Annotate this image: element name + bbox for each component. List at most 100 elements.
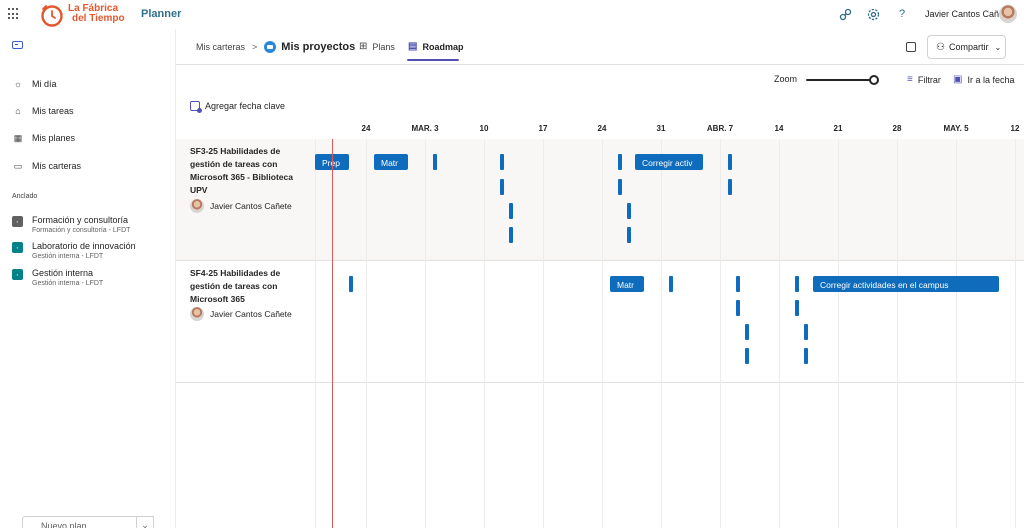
date-label: MAR. 3	[411, 124, 439, 133]
week-grid-line	[956, 139, 957, 528]
pinned-section-label: Anclado	[12, 193, 38, 200]
task-marker[interactable]	[509, 203, 513, 219]
sidebar-item-label: Mis carteras	[32, 161, 82, 171]
sidebar-item-mi-dia[interactable]: ☼ Mi día	[12, 78, 57, 90]
timeline-grid: Prep Matr Corregir activ Matr Corregir a…	[315, 139, 1024, 528]
new-plan-options-icon[interactable]: ⌄	[136, 516, 154, 528]
week-grid-line	[366, 139, 367, 528]
breadcrumb: Mis carteras > Mis proyectos	[196, 41, 355, 53]
settings-icon[interactable]	[866, 7, 880, 21]
week-grid-line	[543, 139, 544, 528]
task-bar-label: Corregir actividades en el campus	[820, 280, 949, 290]
zoom-slider-track[interactable]	[806, 79, 874, 81]
task-marker[interactable]	[618, 179, 622, 195]
date-label: 31	[656, 124, 666, 133]
task-marker[interactable]	[795, 276, 799, 292]
board-icon: ⊞	[359, 41, 368, 52]
lane-owner: Javier Cantos Cañete	[190, 199, 292, 213]
filter-label: Filtrar	[917, 74, 941, 85]
task-marker[interactable]	[627, 203, 631, 219]
sidebar-item-mis-tareas[interactable]: ⌂ Mis tareas	[12, 105, 74, 117]
main-content: Mis carteras > Mis proyectos ⊞ Plans ▤ R…	[175, 29, 1024, 528]
task-bar[interactable]: Matr	[610, 276, 644, 292]
task-marker[interactable]	[618, 154, 622, 170]
timeline-left-edge	[315, 139, 316, 528]
pinned-plan-subtitle: Gestión interna - LFDT	[32, 280, 104, 287]
date-label: 12	[1010, 124, 1020, 133]
task-marker[interactable]	[509, 227, 513, 243]
brand-logo-icon	[41, 5, 63, 27]
folder-icon: ▭	[13, 160, 23, 171]
task-marker[interactable]	[745, 348, 749, 364]
share-button[interactable]: ⚇ Compartir ⌄	[927, 35, 1006, 59]
goto-date-button[interactable]: ▣ Ir a la fecha	[953, 74, 1014, 85]
help-icon[interactable]: ?	[895, 7, 909, 21]
task-marker[interactable]	[795, 300, 799, 316]
link-icon[interactable]	[838, 7, 852, 21]
sun-icon: ☼	[13, 79, 23, 89]
task-marker[interactable]	[500, 154, 504, 170]
owner-name: Javier Cantos Cañete	[210, 201, 292, 211]
pinned-plan-subtitle: Formación y consultoría - LFDT	[32, 227, 131, 234]
task-marker[interactable]	[804, 348, 808, 364]
week-grid-line	[1015, 139, 1016, 528]
task-marker[interactable]	[669, 276, 673, 292]
task-bar-label: Matr	[381, 158, 398, 168]
lane-title[interactable]: SF4-25 Habilidades de gestión de tareas …	[190, 267, 308, 306]
date-label: 14	[774, 124, 784, 133]
date-label: 28	[892, 124, 902, 133]
user-name[interactable]: Javier Cantos Cañ...	[925, 9, 1007, 19]
task-marker[interactable]	[728, 179, 732, 195]
pinned-plan-gestion[interactable]: ▪ Gestión interna Gestión interna - LFDT	[12, 268, 103, 289]
task-marker[interactable]	[728, 154, 732, 170]
waffle-icon[interactable]	[8, 8, 20, 20]
week-grid-line	[779, 139, 780, 528]
sidebar: ☼ Mi día ⌂ Mis tareas ▦ Mis planes ▭ Mis…	[0, 29, 175, 528]
lane-owner: Javier Cantos Cañete	[190, 307, 292, 321]
date-label: MAY. 5	[943, 124, 969, 133]
share-people-icon: ⚇	[936, 41, 945, 53]
task-marker[interactable]	[736, 276, 740, 292]
pinned-plan-laboratorio[interactable]: ▪ Laboratorio de innovación Gestión inte…	[12, 241, 136, 262]
task-bar[interactable]: Corregir actividades en el campus	[813, 276, 999, 292]
brand-logo-text: La Fábrica del Tiempo	[68, 4, 125, 24]
new-plan-button[interactable]: Nuevo plan	[22, 516, 154, 528]
date-label: 17	[538, 124, 548, 133]
sidebar-item-label: Mis tareas	[32, 106, 74, 116]
tab-label: Plans	[372, 41, 395, 52]
task-marker[interactable]	[736, 300, 740, 316]
chevron-down-icon: ⌄	[994, 42, 1002, 52]
sidebar-item-mis-planes[interactable]: ▦ Mis planes	[12, 132, 75, 144]
brand-line-2: del Tiempo	[72, 13, 125, 24]
breadcrumb-parent[interactable]: Mis carteras	[196, 42, 245, 52]
week-grid-line	[897, 139, 898, 528]
pinned-plan-formacion[interactable]: ▪ Formación y consultoría Formación y co…	[12, 215, 130, 236]
roadmap-timeline: 24 MAR. 3 10 17 24 31 ABR. 7 14 21 28 MAY. 5 12 SF3…	[176, 117, 1024, 528]
task-bar[interactable]: Matr	[374, 154, 408, 170]
plan-icon: ▪	[12, 242, 23, 253]
filter-button[interactable]: ≡ Filtrar	[907, 74, 941, 85]
task-marker[interactable]	[433, 154, 437, 170]
task-marker[interactable]	[627, 227, 631, 243]
collapse-sidebar-icon[interactable]	[12, 41, 23, 49]
task-bar[interactable]: Corregir activ	[635, 154, 703, 170]
pinned-plan-title: Gestión interna	[32, 268, 94, 278]
header-divider	[176, 64, 1024, 65]
app-title[interactable]: Planner	[141, 8, 181, 20]
task-marker[interactable]	[745, 324, 749, 340]
breadcrumb-separator: >	[252, 42, 258, 52]
lock-icon[interactable]	[906, 42, 916, 52]
owner-name: Javier Cantos Cañete	[210, 309, 292, 319]
date-label: 10	[479, 124, 489, 133]
zoom-slider-thumb[interactable]	[869, 75, 879, 85]
tab-plans[interactable]: ⊞ Plans	[359, 41, 395, 52]
portfolio-icon	[264, 41, 277, 53]
task-marker[interactable]	[500, 179, 504, 195]
task-marker[interactable]	[349, 276, 353, 292]
task-marker[interactable]	[804, 324, 808, 340]
tab-roadmap[interactable]: ▤ Roadmap	[408, 41, 463, 52]
add-key-date-button[interactable]: Agregar fecha clave	[190, 101, 285, 113]
sidebar-item-mis-carteras[interactable]: ▭ Mis carteras	[12, 160, 81, 172]
user-avatar[interactable]	[999, 5, 1017, 23]
lane-title[interactable]: SF3-25 Habilidades de gestión de tareas …	[190, 145, 308, 197]
